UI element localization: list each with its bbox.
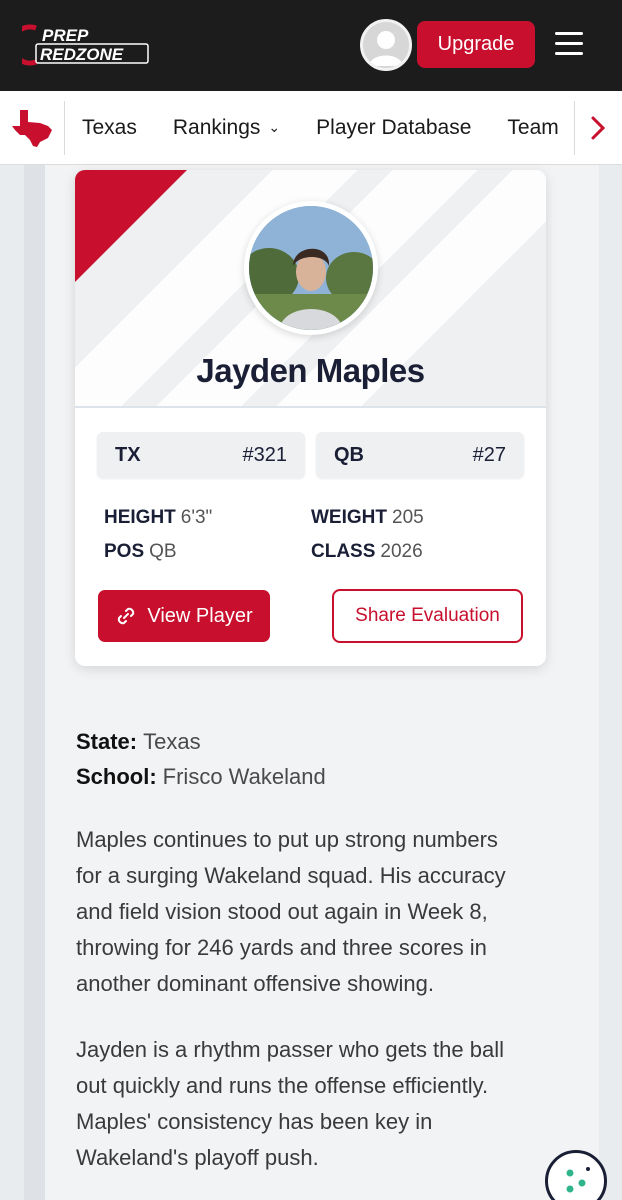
top-header: PREP REDZONE Upgrade bbox=[0, 0, 622, 91]
position-rank-pill: QB #27 bbox=[316, 432, 524, 478]
hamburger-menu-icon[interactable] bbox=[555, 32, 583, 56]
chevron-down-icon: ⌄ bbox=[268, 118, 281, 135]
pos-attr: POS QB bbox=[104, 541, 177, 562]
player-photo bbox=[244, 201, 378, 335]
logo-line1: PREP bbox=[42, 26, 89, 45]
texas-map-icon[interactable] bbox=[10, 108, 54, 148]
article-paragraph-1: Maples continues to put up strong number… bbox=[76, 827, 506, 996]
prep-redzone-logo[interactable]: PREP REDZONE bbox=[22, 22, 152, 68]
position-rank: #27 bbox=[472, 443, 506, 466]
player-name: Jayden Maples bbox=[196, 352, 425, 389]
weight-attr: WEIGHT 205 bbox=[311, 507, 424, 528]
nav-item-player-database[interactable]: Player Database bbox=[316, 116, 471, 140]
nav-divider bbox=[64, 101, 65, 155]
state-rank: #321 bbox=[242, 443, 288, 466]
article-paragraph-2: Jayden is a rhythm passer who gets the b… bbox=[76, 1037, 505, 1170]
right-gutter bbox=[599, 165, 622, 1200]
nav-item-texas[interactable]: Texas bbox=[82, 116, 137, 140]
left-gutter bbox=[24, 165, 45, 1200]
user-avatar-icon[interactable] bbox=[360, 19, 412, 71]
nav-items: Texas Rankings ⌄ Player Database Team bbox=[82, 91, 572, 165]
nav-item-team[interactable]: Team bbox=[507, 116, 558, 140]
link-icon bbox=[118, 607, 135, 625]
height-attr: HEIGHT 6'3" bbox=[104, 507, 213, 528]
state-rank-pill: TX #321 bbox=[97, 432, 305, 478]
logo-line2: REDZONE bbox=[40, 45, 124, 64]
state-code: TX bbox=[115, 443, 141, 466]
share-evaluation-button[interactable]: Share Evaluation bbox=[332, 589, 523, 643]
view-player-button[interactable]: View Player bbox=[98, 590, 270, 642]
section-nav: Texas Rankings ⌄ Player Database Team bbox=[0, 91, 622, 165]
position-code: QB bbox=[334, 443, 364, 466]
upgrade-button[interactable]: Upgrade bbox=[417, 21, 535, 68]
card-hero: Jayden Maples bbox=[75, 170, 546, 408]
nav-divider-right bbox=[574, 101, 575, 155]
school-line: School: Frisco Wakeland bbox=[76, 764, 326, 789]
class-attr: CLASS 2026 bbox=[311, 541, 423, 562]
player-card: Jayden Maples TX #321 QB #27 HEIGHT 6'3" … bbox=[75, 170, 546, 666]
chevron-right-icon[interactable] bbox=[589, 115, 607, 141]
red-corner-accent bbox=[75, 170, 187, 282]
nav-item-rankings[interactable]: Rankings ⌄ bbox=[173, 116, 280, 140]
state-line: State: Texas bbox=[76, 729, 201, 754]
